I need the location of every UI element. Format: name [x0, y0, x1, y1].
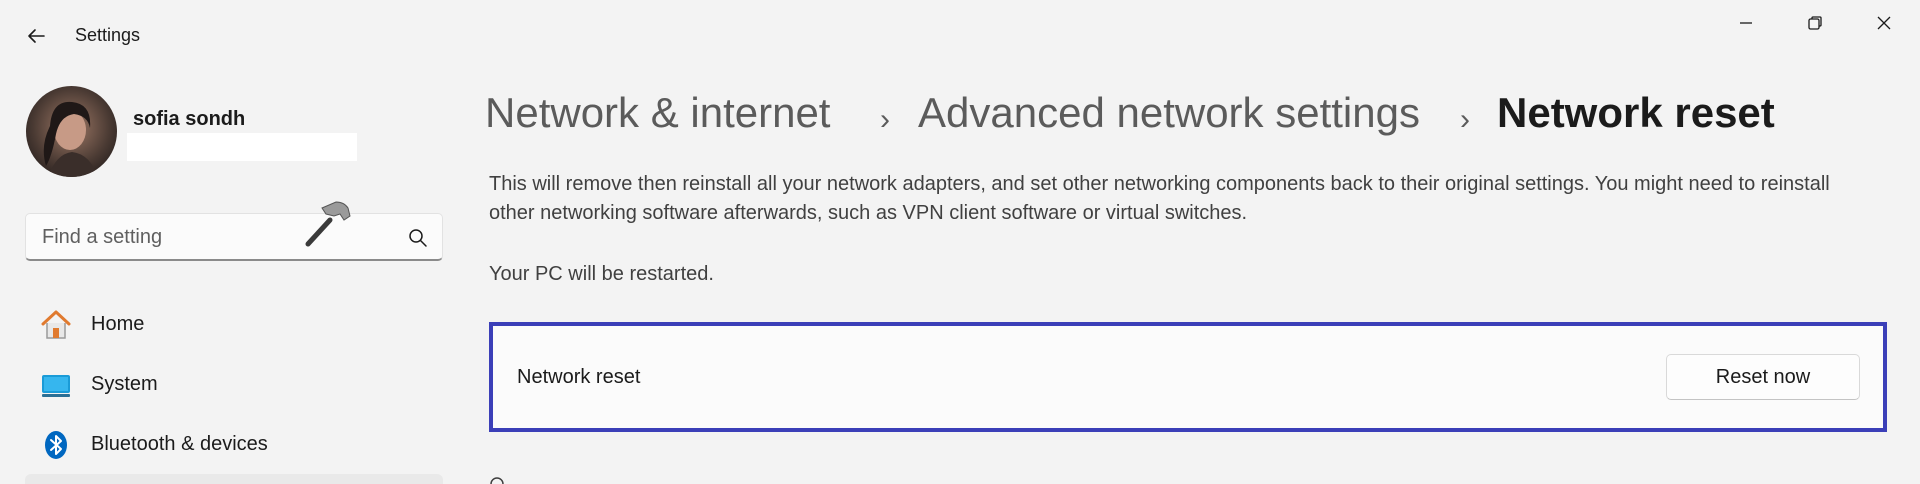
user-photo-icon: [26, 86, 117, 177]
nav-label-home: Home: [91, 312, 145, 335]
nav-item-home[interactable]: Home: [25, 296, 443, 352]
nav-label-bluetooth-devices: Bluetooth & devices: [91, 432, 268, 455]
restart-note: Your PC will be restarted.: [489, 263, 714, 285]
breadcrumb-advanced-network-settings[interactable]: Advanced network settings: [918, 88, 1420, 138]
nav-item-selected-partial[interactable]: [25, 474, 443, 484]
bluetooth-icon: [39, 428, 73, 462]
network-reset-label: Network reset: [517, 366, 641, 388]
description-text: This will remove then reinstall all your…: [489, 173, 1830, 224]
title-bar: Settings: [0, 0, 1920, 72]
back-arrow-icon: [28, 29, 45, 43]
minimize-icon: [1740, 22, 1752, 24]
app-title: Settings: [75, 25, 141, 45]
search-icon[interactable]: [406, 226, 430, 250]
hammer-icon: [305, 201, 351, 247]
nav-label-system: System: [91, 372, 158, 395]
avatar[interactable]: [26, 86, 117, 177]
nav-item-system[interactable]: System: [25, 356, 443, 412]
nav-item-bluetooth-devices[interactable]: Bluetooth & devices: [25, 416, 443, 472]
restore-icon: [1808, 16, 1822, 30]
page-title: Network reset: [1497, 89, 1775, 136]
partial-icon: [490, 477, 504, 484]
reset-now-button[interactable]: Reset now: [1666, 354, 1860, 400]
user-email-redacted: [127, 133, 357, 161]
close-button[interactable]: [1854, 6, 1914, 40]
system-icon: [39, 368, 73, 402]
breadcrumb-separator-icon: ›: [880, 103, 890, 136]
network-reset-card: Network reset Reset now: [489, 322, 1887, 432]
back-button[interactable]: [18, 18, 54, 54]
user-name: sofia sondh: [133, 108, 246, 130]
breadcrumb-separator-icon: ›: [1460, 103, 1470, 136]
close-icon: [1877, 16, 1891, 30]
minimize-button[interactable]: [1716, 6, 1776, 40]
breadcrumb-network-internet[interactable]: Network & internet: [485, 88, 830, 138]
home-icon: [39, 308, 73, 342]
restore-button[interactable]: [1785, 6, 1845, 40]
search-box[interactable]: [25, 213, 443, 261]
